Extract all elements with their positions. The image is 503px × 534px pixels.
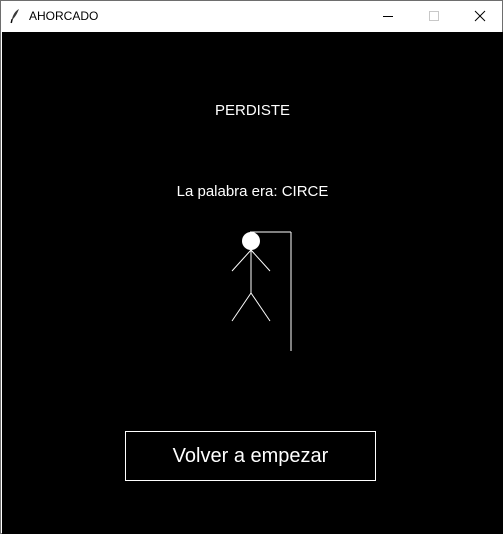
feather-icon [10, 9, 19, 24]
close-icon [474, 10, 486, 22]
word-reveal-label: La palabra era: CIRCE [176, 183, 329, 200]
hangman-head [242, 232, 260, 250]
close-button[interactable] [457, 1, 503, 31]
title-bar[interactable]: AHORCADO [1, 1, 502, 31]
hangman-drawing [231, 231, 292, 351]
hangman-arm-left [231, 249, 252, 272]
minimize-button[interactable] [365, 1, 411, 31]
minimize-icon [383, 16, 393, 17]
window-title: AHORCADO [29, 9, 99, 23]
game-canvas: PERDISTE La palabra era: CIRCE Volver a … [2, 32, 503, 534]
maximize-button[interactable] [411, 1, 457, 31]
result-label: PERDISTE [214, 102, 290, 119]
maximize-icon [429, 11, 439, 21]
hangman-leg-left [231, 292, 252, 322]
hangman-arm-right [250, 249, 271, 272]
restart-button[interactable]: Volver a empezar [125, 431, 376, 481]
hangman-leg-right [250, 292, 271, 322]
app-window: AHORCADO PERDISTE La palabra era: CIRCE [0, 0, 503, 534]
